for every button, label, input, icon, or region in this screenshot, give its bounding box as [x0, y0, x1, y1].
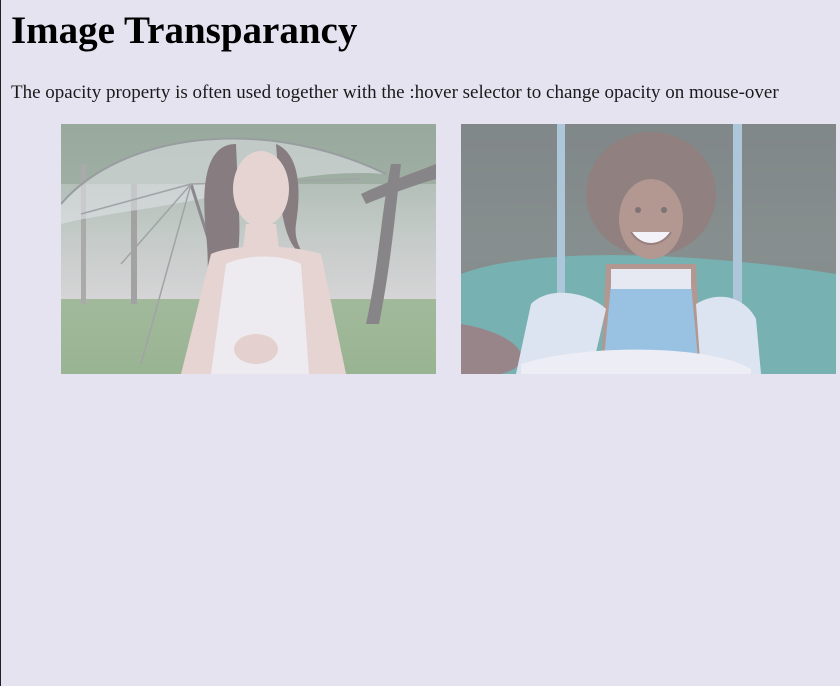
window-edge	[0, 0, 1, 686]
page-description: The opacity property is often used toget…	[11, 82, 779, 103]
page-title: Image Transparancy	[11, 9, 358, 52]
woman-umbrella-image	[61, 124, 436, 374]
photo-girl-swing[interactable]	[461, 124, 836, 374]
photo-woman-umbrella[interactable]	[61, 124, 436, 374]
girl-swing-image	[461, 124, 836, 374]
